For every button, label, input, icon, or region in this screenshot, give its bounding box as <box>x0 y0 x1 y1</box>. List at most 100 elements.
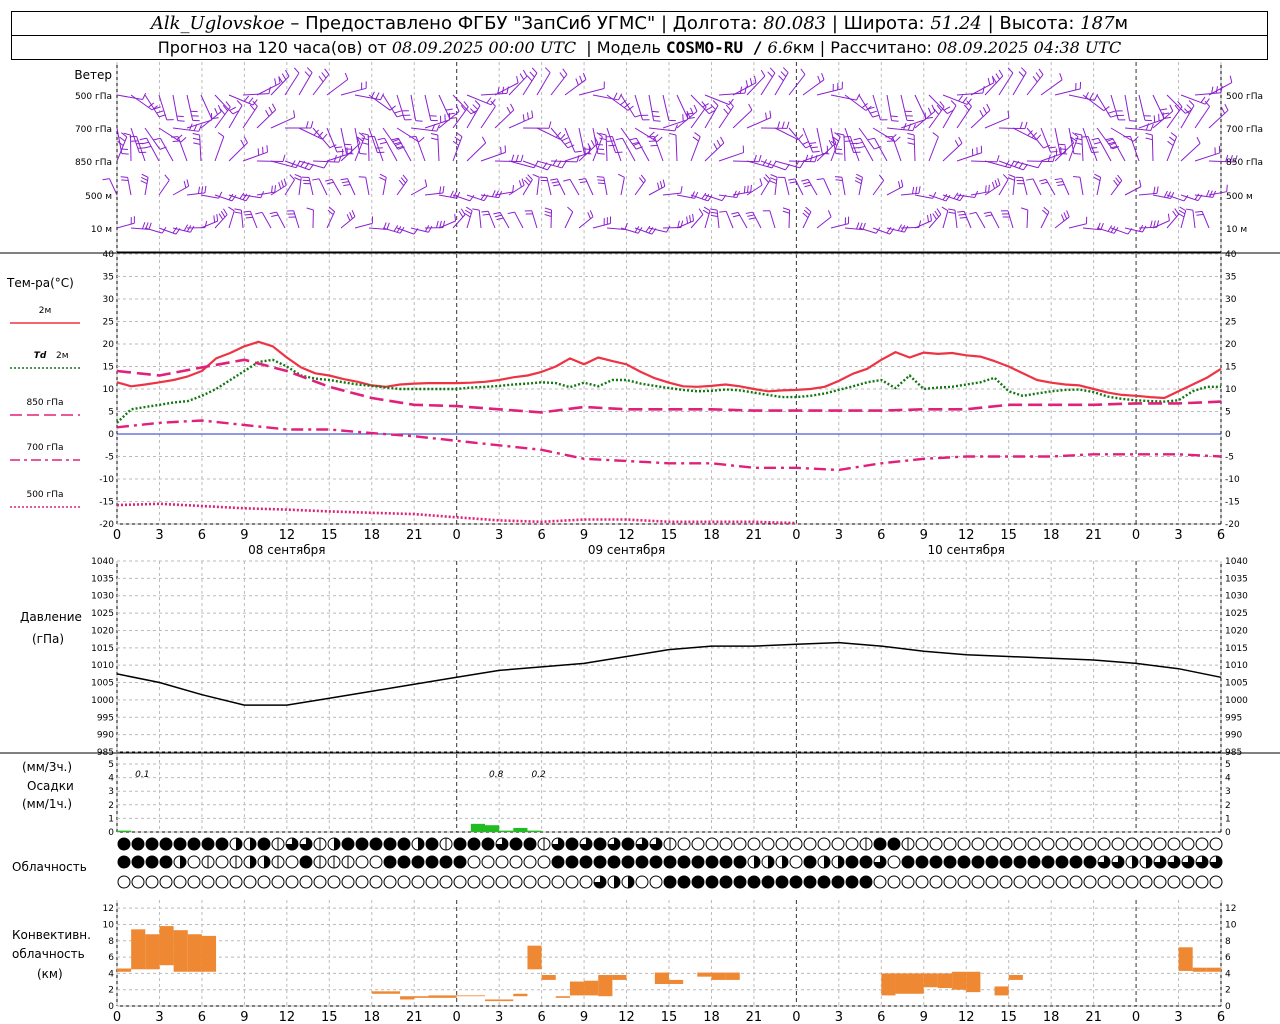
lon-value: 80.083 <box>763 13 827 34</box>
cloud-symbol <box>1041 837 1055 851</box>
wind-barb <box>340 216 356 229</box>
wind-barb-feather <box>1093 141 1101 145</box>
temp-tick-right: 30 <box>1225 295 1237 305</box>
wind-barb-feather <box>812 150 820 153</box>
precip-unit1: (мм/1ч.) <box>22 797 72 811</box>
conv-bar <box>952 971 967 990</box>
wind-barb-feather <box>1153 220 1156 228</box>
cloud-symbol <box>383 855 397 869</box>
wind-barb-feather <box>1196 136 1201 144</box>
conv-bar <box>371 991 401 994</box>
wind-barb-feather <box>731 211 739 215</box>
day-label: 09 сентября <box>588 543 665 557</box>
wind-barb <box>732 160 760 163</box>
wind-barb-feather <box>983 211 991 214</box>
wind-barb-feather <box>927 215 930 223</box>
wind-barb <box>499 212 510 229</box>
wind-barb-feather <box>858 145 866 149</box>
conv-bar <box>881 973 896 996</box>
wind-barb-feather <box>180 137 187 143</box>
cloud-symbol <box>495 875 509 889</box>
wind-barb <box>242 93 269 96</box>
cloud-symbol <box>1139 875 1153 889</box>
cloud-symbol <box>887 837 901 851</box>
wind-barb <box>508 116 533 129</box>
cloud-symbol <box>803 875 817 889</box>
wind-barb-feather <box>349 212 353 219</box>
wind-barb-feather <box>805 206 812 213</box>
wind-barb <box>634 127 658 143</box>
wind-barb-feather <box>344 72 349 80</box>
wind-barb-feather <box>415 120 423 122</box>
x-tick-label-temp: 0 <box>792 528 800 543</box>
wind-barb-feather <box>510 103 515 111</box>
wind-barb-feather <box>800 68 806 75</box>
wind-barb <box>522 179 533 196</box>
cloud-symbol <box>117 837 131 851</box>
wind-barb-feather <box>597 153 605 155</box>
wind-barb-feather <box>526 112 529 120</box>
conv-bar <box>428 995 457 998</box>
precip-annotation: 0.8 <box>489 770 504 780</box>
x-tick-label-temp: 15 <box>661 528 678 543</box>
wind-barb <box>1012 127 1037 141</box>
wind-barb <box>578 88 605 96</box>
cloud-symbol <box>915 837 929 851</box>
wind-barb-feather <box>465 206 473 212</box>
wind-barb <box>228 210 235 229</box>
wind-barb-feather <box>431 137 439 141</box>
wind-barb-feather <box>716 139 721 147</box>
wind-barb <box>1082 94 1105 112</box>
wind-barb-feather <box>1059 73 1063 80</box>
x-tick-label-temp: 9 <box>920 528 928 543</box>
wind-barb <box>1068 136 1079 162</box>
wind-barb <box>816 127 823 154</box>
cloud-title: Облачность <box>12 860 87 874</box>
wind-barb <box>774 72 789 96</box>
wind-barb <box>802 127 814 153</box>
cloud-symbol <box>999 855 1013 869</box>
cloud-symbol <box>159 855 173 869</box>
cloud-symbol <box>1167 837 1181 851</box>
header-dash: – <box>290 13 300 34</box>
wind-barb-feather <box>765 174 771 180</box>
cloud-symbol <box>565 855 579 869</box>
wind-barb-feather <box>765 112 768 120</box>
cloud-symbol <box>817 875 831 889</box>
wind-barb <box>172 94 179 121</box>
wind-barb <box>1180 142 1201 162</box>
calc-label: Рассчитано: <box>830 38 932 57</box>
wind-barb <box>397 138 412 162</box>
wind-barb-feather <box>340 178 348 181</box>
cloud-symbol <box>929 837 943 851</box>
wind-barb-feather <box>271 185 273 193</box>
cloud-symbol-mark <box>768 856 774 868</box>
x-tick-label-temp: 12 <box>279 528 296 543</box>
alt-label: Высота: <box>999 13 1075 34</box>
wind-barb-feather <box>172 140 180 143</box>
wind-barb-feather <box>472 104 479 110</box>
cloud-symbol <box>1069 875 1083 889</box>
wind-barb-feather <box>855 176 863 181</box>
temp-tick-right: 25 <box>1225 318 1236 328</box>
cloud-symbol <box>145 837 159 851</box>
wind-barb <box>312 127 331 149</box>
cloud-symbol <box>971 855 985 869</box>
wind-barb-feather <box>561 161 567 169</box>
day-label: 10 сентября <box>928 543 1005 557</box>
cloud-symbol <box>719 837 733 851</box>
x-tick-label-temp: 12 <box>958 528 975 543</box>
wind-barb-feather <box>587 212 591 219</box>
cloud-symbol <box>229 875 243 889</box>
wind-barb-feather <box>424 179 428 187</box>
cloud-symbol <box>845 837 859 851</box>
wind-barb-feather <box>176 115 184 118</box>
wind-barb-feather <box>1178 209 1186 215</box>
wind-barb <box>480 92 507 96</box>
pressure-tick-left: 1010 <box>91 661 114 671</box>
model-name: COSMO-RU / <box>666 38 763 57</box>
wind-barb-feather <box>982 85 985 94</box>
wind-barb <box>648 185 666 196</box>
wind-barb-feather <box>1073 176 1081 178</box>
wind-barb-feather <box>947 208 956 211</box>
